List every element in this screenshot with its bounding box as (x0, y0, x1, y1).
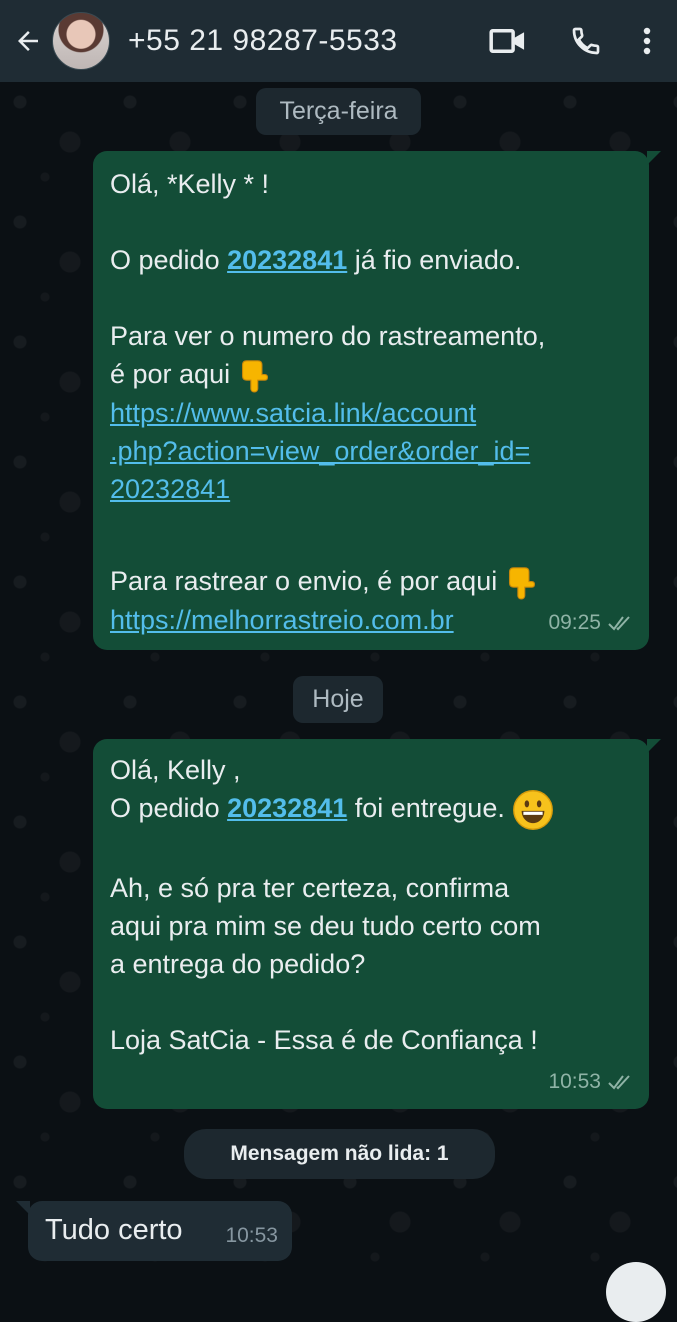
message-text-part: é por aqui (110, 359, 238, 389)
grinning-face-emoji-icon (513, 790, 554, 830)
message-text: Para rastrear o envio, é por aqui (110, 562, 545, 601)
message-meta: 10:53 (548, 1063, 633, 1101)
message-time: 09:25 (548, 611, 601, 634)
message-text: O pedido 20232841 foi entregue. (110, 789, 554, 831)
tracking-link-satcia[interactable]: 20232841 (110, 470, 545, 508)
message-meta: 09:25 (548, 604, 633, 642)
message-text-part: Para rastrear o envio, é por aqui (110, 565, 505, 596)
unread-messages-banner: Mensagem não lida: 1 (184, 1129, 495, 1179)
message-time: 10:53 (548, 1070, 601, 1093)
scroll-down-button[interactable] (606, 1262, 666, 1322)
message-text-part: foi entregue. (347, 793, 505, 824)
pointing-down-emoji-icon (508, 566, 535, 600)
message-meta: 10:53 (225, 1217, 278, 1255)
order-number-link[interactable]: 20232841 (227, 245, 347, 275)
message-text: Ah, e só pra ter certeza, confirma (110, 873, 510, 903)
voice-call-button[interactable] (559, 11, 613, 71)
message-text: Para ver o numero do rastreamento, (110, 321, 546, 351)
tracking-link-satcia[interactable]: https://www.satcia.link/account (110, 394, 545, 432)
more-vert-icon (643, 27, 651, 55)
double-check-icon (608, 616, 630, 631)
avatar[interactable] (52, 12, 110, 70)
message-text: é por aqui (110, 355, 545, 394)
contact-name[interactable]: +55 21 98287-5533 (128, 24, 481, 58)
tracking-link-satcia[interactable]: .php?action=view_order&order_id= (110, 432, 545, 470)
phone-icon (572, 27, 600, 55)
video-call-icon (489, 29, 525, 53)
message-time: 10:53 (225, 1224, 278, 1247)
back-arrow-icon (18, 31, 38, 51)
message-bubble-outgoing-1[interactable]: Olá, *Kelly * ! O pedido 20232841 já fio… (93, 151, 661, 650)
date-chip-tuesday: Terça-feira (256, 88, 421, 135)
date-chip-today: Hoje (293, 676, 383, 723)
message-text: Olá, Kelly , (110, 755, 241, 785)
double-check-icon (608, 1075, 630, 1090)
back-button[interactable] (6, 11, 50, 71)
message-text: aqui pra mim se deu tudo certo com (110, 911, 541, 941)
video-call-button[interactable] (481, 11, 535, 71)
message-bubble-incoming-1[interactable]: Tudo certo 10:53 (16, 1201, 292, 1261)
more-options-button[interactable] (625, 11, 669, 71)
message-text: a entrega do pedido? (110, 949, 366, 979)
message-text: Tudo certo (45, 1214, 183, 1246)
pointing-down-emoji-icon (241, 360, 268, 393)
message-text: O pedido 20232841 já fio enviado. (110, 241, 545, 279)
message-text-part: O pedido (110, 245, 228, 275)
message-text-part: já fio enviado. (347, 245, 522, 275)
message-text: Olá, *Kelly * ! (110, 169, 270, 199)
message-bubble-outgoing-2[interactable]: Olá, Kelly , O pedido 20232841 foi entre… (93, 739, 661, 1109)
message-text-part: O pedido (110, 793, 228, 824)
tracking-link-melhorrastreio[interactable]: https://melhorrastreio.com.br (110, 601, 545, 639)
message-text: Loja SatCia - Essa é de Confiança ! (110, 1025, 538, 1055)
order-number-link[interactable]: 20232841 (227, 793, 347, 823)
chat-header: +55 21 98287-5533 (0, 0, 677, 82)
